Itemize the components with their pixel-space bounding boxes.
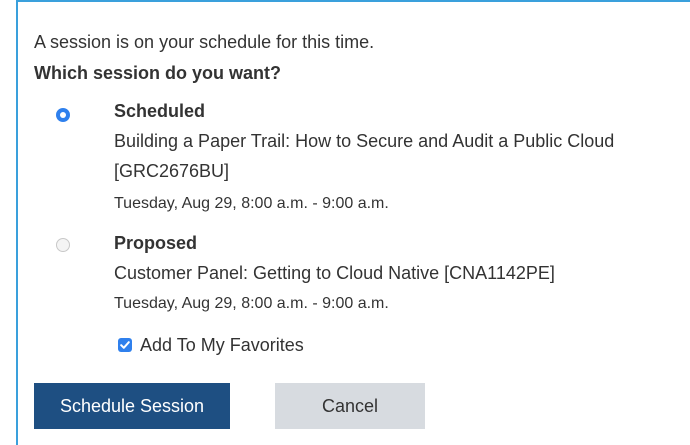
option-time-proposed: Tuesday, Aug 29, 8:00 a.m. - 9:00 a.m. — [114, 295, 389, 312]
favorites-checkbox[interactable] — [118, 338, 132, 352]
option-title-scheduled: Building a Paper Trail: How to Secure an… — [114, 131, 615, 181]
cancel-button[interactable]: Cancel — [275, 383, 425, 429]
radio-proposed[interactable] — [56, 238, 70, 252]
dialog-top-border — [16, 0, 690, 2]
session-question: Which session do you want? — [34, 63, 282, 83]
option-time-scheduled: Tuesday, Aug 29, 8:00 a.m. - 9:00 a.m. — [114, 195, 389, 212]
option-title-proposed: Customer Panel: Getting to Cloud Native … — [114, 263, 555, 283]
dialog-left-border — [16, 0, 18, 445]
radio-dot-icon — [60, 112, 66, 118]
option-type-proposed: Proposed — [114, 233, 198, 253]
session-conflict-dialog: A session is on your schedule for this t… — [0, 0, 690, 445]
radio-scheduled[interactable] — [56, 108, 70, 122]
schedule-session-button[interactable]: Schedule Session — [34, 383, 230, 429]
intro-text: A session is on your schedule for this t… — [34, 32, 375, 52]
checkmark-icon — [120, 341, 130, 349]
favorites-label[interactable]: Add To My Favorites — [140, 334, 304, 356]
option-type-scheduled: Scheduled — [114, 101, 206, 121]
